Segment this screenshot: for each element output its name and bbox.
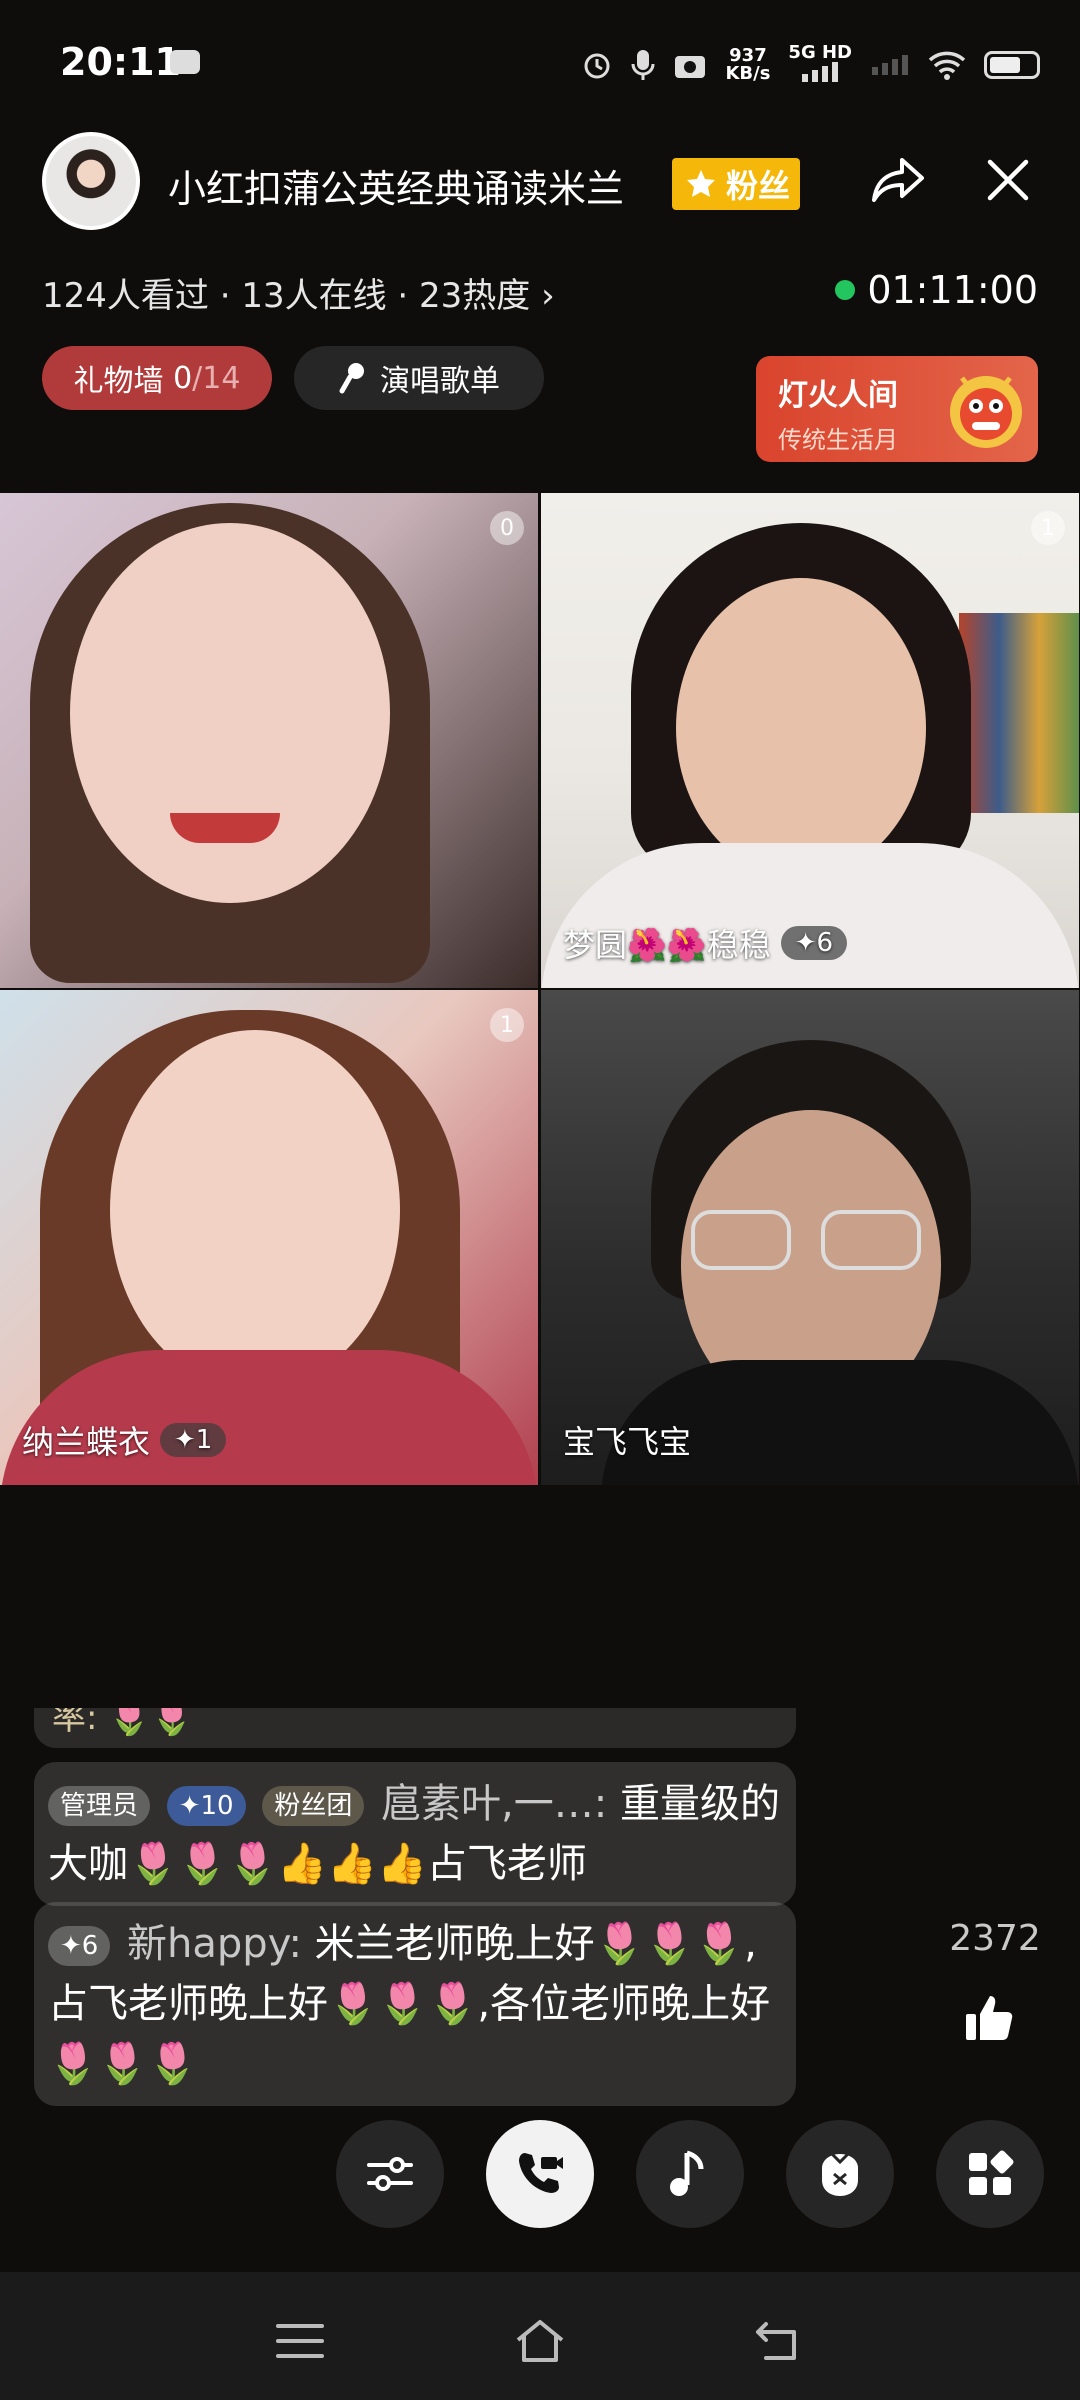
app-notification-icon xyxy=(170,50,200,74)
chat-message[interactable]: 管理员 ✦10 粉丝团 扈素叶,一…: 重量级的大咖🌷🌷🌷👍👍👍占飞老师 xyxy=(34,1762,796,1906)
fan-badge-label: 粉丝 xyxy=(726,167,791,205)
chat-partial-text: 率: 🌷🌷 xyxy=(52,1708,193,1738)
participant-name: 纳兰蝶衣 ✦1 xyxy=(22,1417,227,1463)
status-time: 20:11 xyxy=(60,40,181,84)
video-grid: 0 1 梦圆🌺🌺稳稳 ✦6 1 纳兰蝶衣 ✦1 宝飞飞宝 xyxy=(0,493,1080,1487)
lion-dance-icon xyxy=(950,376,1022,448)
participant-name-text: 纳兰蝶衣 xyxy=(22,1423,151,1461)
participant-face xyxy=(70,523,390,903)
video-tile-2[interactable]: 1 梦圆🌺🌺稳稳 ✦6 xyxy=(541,493,1079,988)
music-note-icon xyxy=(670,2150,704,2196)
home-icon[interactable] xyxy=(512,2316,568,2366)
music-button[interactable] xyxy=(636,2120,744,2228)
participant-name-text: 梦圆🌺🌺稳稳 xyxy=(563,926,771,964)
seat-number: 1 xyxy=(1031,511,1065,545)
live-indicator-dot xyxy=(835,280,856,300)
cell-signal-2-icon xyxy=(872,55,908,75)
close-icon[interactable] xyxy=(978,150,1038,210)
microphone-icon xyxy=(339,363,364,394)
video-tile-4[interactable]: 宝飞飞宝 xyxy=(541,990,1079,1485)
video-call-icon xyxy=(519,2153,563,2193)
participant-face xyxy=(676,578,926,878)
more-apps-button[interactable] xyxy=(936,2120,1044,2228)
gift-wall-button[interactable]: 礼物墙 0 /14 xyxy=(42,346,272,410)
gift-wall-total: /14 xyxy=(192,360,241,396)
settings-button[interactable] xyxy=(336,2120,444,2228)
network-type: 5G HD xyxy=(788,44,852,86)
level-badge: ✦1 xyxy=(160,1423,227,1457)
seat-number: 0 xyxy=(490,511,524,545)
participant-name: 宝飞飞宝 xyxy=(563,1417,691,1463)
bookshelf xyxy=(959,613,1079,813)
host-avatar[interactable] xyxy=(42,132,140,230)
microphone-icon xyxy=(631,50,655,80)
live-duration-value: 01:11:00 xyxy=(867,268,1038,312)
wifi-icon xyxy=(928,51,966,80)
share-icon[interactable] xyxy=(868,150,928,210)
fan-club-badge: 粉丝团 xyxy=(262,1786,365,1826)
fan-star-icon xyxy=(687,170,715,197)
live-stats[interactable]: 124人看过 · 13人在线 · 23热度 › xyxy=(42,268,555,317)
level-badge: ✦6 xyxy=(780,926,848,960)
gift-button[interactable] xyxy=(786,2120,894,2228)
gift-bag-icon xyxy=(822,2152,858,2196)
status-bar: 20:11 937 KB/s 5G HD xyxy=(0,0,1080,130)
status-icons: 937 KB/s 5G HD xyxy=(581,44,1040,86)
chat-message[interactable]: ✦6 新happy: 米兰老师晚上好🌷🌷🌷,占飞老师晚上好🌷🌷🌷,各位老师晚上好… xyxy=(34,1902,796,2106)
cell-signal-icon xyxy=(802,62,839,82)
alarm-icon xyxy=(584,53,610,79)
video-tile-3[interactable]: 1 纳兰蝶衣 ✦1 xyxy=(0,990,538,1485)
event-promo-banner[interactable]: 灯火人间 传统生活月 xyxy=(756,356,1038,462)
video-tile-1[interactable]: 0 xyxy=(0,493,538,988)
live-duration: 01:11:00 xyxy=(835,268,1038,312)
seat-number: 1 xyxy=(490,1008,524,1042)
network-type-label: 5G HD xyxy=(788,42,852,63)
level-badge: ✦10 xyxy=(166,1786,246,1826)
sliders-icon xyxy=(367,2157,413,2191)
apps-icon xyxy=(969,2150,1014,2195)
battery-icon xyxy=(984,51,1040,79)
back-icon[interactable] xyxy=(752,2316,808,2366)
song-list-label: 演唱歌单 xyxy=(380,364,500,399)
chat-message-partial: 率: 🌷🌷 xyxy=(34,1708,796,1748)
glasses xyxy=(691,1210,791,1270)
gift-wall-label: 礼物墙 xyxy=(73,364,164,399)
network-speed: 937 KB/s xyxy=(725,47,770,83)
speed-unit: KB/s xyxy=(725,63,771,84)
video-call-button[interactable] xyxy=(486,2120,594,2228)
camera-icon xyxy=(675,56,706,78)
admin-badge: 管理员 xyxy=(48,1786,151,1826)
host-name[interactable]: 小红扣蒲公英经典诵读米兰 xyxy=(168,158,624,213)
menu-icon[interactable] xyxy=(272,2316,328,2366)
participant-face xyxy=(110,1030,400,1390)
chat-username[interactable]: 扈素叶,一…: xyxy=(381,1781,607,1827)
thumbs-up-icon[interactable] xyxy=(962,1990,1018,2046)
participant-name: 梦圆🌺🌺稳稳 ✦6 xyxy=(563,920,848,966)
song-list-button[interactable]: 演唱歌单 xyxy=(294,346,544,410)
participant-name-text: 宝飞飞宝 xyxy=(563,1423,692,1461)
like-count: 2372 xyxy=(949,1918,1041,1959)
level-badge: ✦6 xyxy=(48,1926,111,1966)
gift-wall-count: 0 xyxy=(173,360,193,396)
fan-club-badge[interactable]: 粉丝 xyxy=(672,158,800,210)
chat-username[interactable]: 新happy: xyxy=(127,1921,302,1967)
